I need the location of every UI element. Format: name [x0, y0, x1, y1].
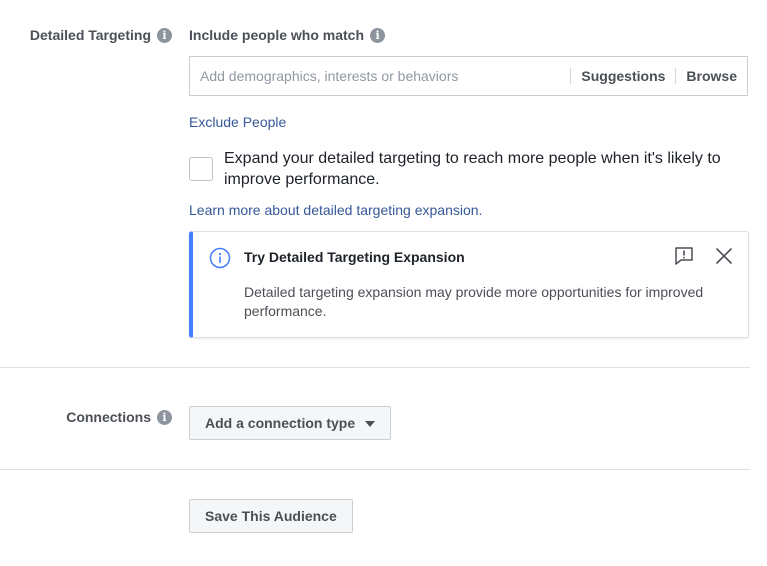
info-icon[interactable]: i	[157, 27, 172, 43]
detailed-targeting-label: Detailed Targeting	[29, 27, 151, 43]
save-audience-button[interactable]: Save This Audience	[189, 499, 353, 533]
save-audience-label: Save This Audience	[205, 508, 337, 524]
expand-targeting-text: Expand your detailed targeting to reach …	[224, 150, 721, 188]
info-icon[interactable]: i	[157, 409, 172, 425]
info-circle-icon	[209, 247, 231, 269]
feedback-icon[interactable]	[673, 245, 695, 267]
connections-label: Connections	[66, 409, 151, 425]
include-label-row: Include people who match i	[189, 27, 386, 43]
suggestions-button[interactable]: Suggestions	[570, 68, 675, 84]
info-icon[interactable]: i	[370, 27, 386, 43]
targeting-search-input[interactable]	[190, 57, 571, 95]
expansion-info-card: Try Detailed Targeting Expansion Detaile…	[189, 231, 749, 338]
section-divider	[0, 367, 750, 368]
browse-button[interactable]: Browse	[675, 68, 747, 84]
learn-more-link[interactable]: Learn more about detailed targeting expa…	[189, 202, 482, 218]
section-divider	[0, 469, 750, 470]
targeting-search-box: Suggestions Browse	[189, 56, 748, 96]
connections-label-row: Connections i	[66, 409, 172, 425]
card-body: Detailed targeting expansion may provide…	[244, 284, 704, 319]
card-title: Try Detailed Targeting Expansion	[244, 249, 465, 265]
include-people-label: Include people who match	[189, 27, 365, 43]
targeting-panel: Detailed Targeting i Include people who …	[0, 0, 767, 566]
expand-targeting-checkbox[interactable]	[189, 157, 213, 181]
add-connection-type-button[interactable]: Add a connection type	[189, 406, 392, 440]
exclude-people-link[interactable]: Exclude People	[189, 114, 286, 130]
add-connection-type-label: Add a connection type	[205, 415, 356, 431]
caret-down-icon	[365, 421, 376, 427]
close-icon[interactable]	[714, 246, 734, 266]
detailed-targeting-label-row: Detailed Targeting i	[30, 27, 172, 43]
